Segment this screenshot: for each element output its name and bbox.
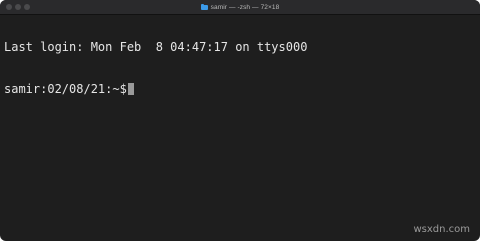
terminal-content[interactable]: Last login: Mon Feb 8 04:47:17 on ttys00… (4, 12, 476, 124)
window-title: samir — -zsh — 72×18 (210, 3, 280, 11)
watermark: wsxdn.com (413, 224, 470, 235)
folder-icon (200, 3, 208, 10)
terminal-window: samir — -zsh — 72×18 Last login: Mon Feb… (0, 0, 480, 241)
prompt-line[interactable]: samir:02/08/21:~$ (4, 82, 476, 96)
terminal-line: Last login: Mon Feb 8 04:47:17 on ttys00… (4, 40, 476, 54)
text-cursor (127, 83, 134, 95)
shell-prompt: samir:02/08/21:~$ (4, 82, 127, 96)
last-login-text: Last login: Mon Feb 8 04:47:17 on ttys00… (4, 40, 308, 54)
